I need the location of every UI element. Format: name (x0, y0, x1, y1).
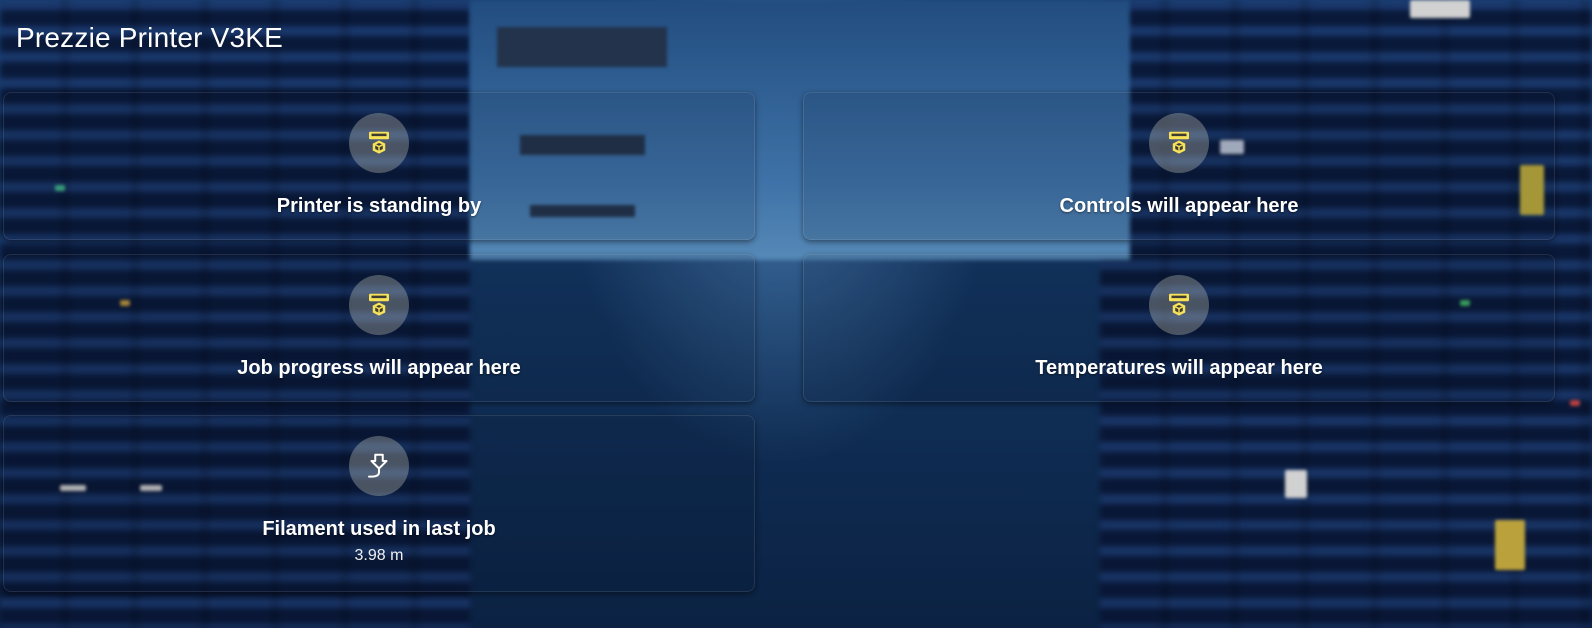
job-progress-card[interactable]: Job progress will appear here (3, 254, 755, 402)
printer-3d-icon (349, 113, 409, 173)
filament-icon (349, 436, 409, 496)
filament-used-card[interactable]: Filament used in last job 3.98 m (3, 415, 755, 592)
card-label: Printer is standing by (276, 195, 482, 217)
page-title: Prezzie Printer V3KE (16, 22, 283, 53)
card-label: Job progress will appear here (237, 357, 521, 379)
printer-status-card[interactable]: Printer is standing by (3, 92, 755, 240)
printer-3d-icon (1149, 275, 1209, 335)
printer-3d-icon (349, 275, 409, 335)
card-label: Temperatures will appear here (1035, 357, 1323, 379)
controls-card[interactable]: Controls will appear here (803, 92, 1555, 240)
filament-value: 3.98 m (354, 547, 404, 564)
temperatures-card[interactable]: Temperatures will appear here (803, 254, 1555, 402)
card-label: Filament used in last job (262, 518, 496, 540)
card-label: Controls will appear here (1059, 195, 1299, 217)
printer-3d-icon (1149, 113, 1209, 173)
